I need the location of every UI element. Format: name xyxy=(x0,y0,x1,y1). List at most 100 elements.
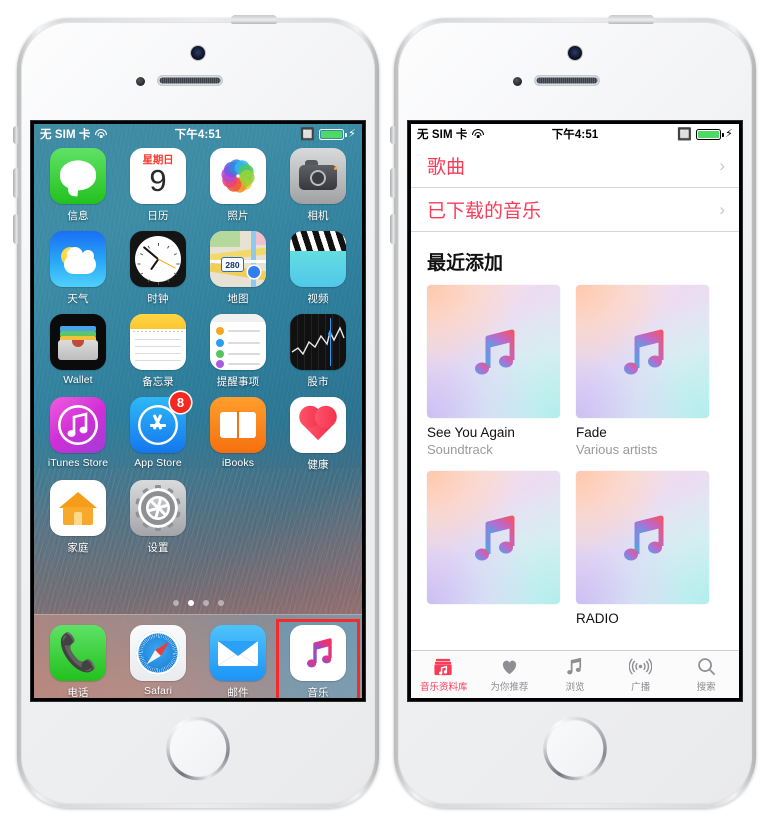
music-note-artwork xyxy=(576,285,709,418)
tab-library[interactable]: 音乐资料库 xyxy=(411,656,477,693)
app-icon-itunes-store[interactable]: iTunes Store xyxy=(42,397,114,472)
dock-icon-phone[interactable]: 📞 电话 xyxy=(42,625,114,698)
stocks-icon xyxy=(290,314,346,370)
weather-icon xyxy=(50,231,106,287)
album-item[interactable]: Fade Various artists xyxy=(576,285,709,457)
app-label: 健康 xyxy=(307,459,329,471)
album-grid-row: See You Again Soundtrack Fade Various ar… xyxy=(411,285,739,457)
app-icon-stocks[interactable]: 股市 xyxy=(282,314,354,389)
app-icon-health[interactable]: 健康 xyxy=(282,397,354,472)
tab-search[interactable]: 搜索 xyxy=(673,656,739,693)
app-icon-wallet[interactable]: Wallet xyxy=(42,314,114,389)
library-row-songs[interactable]: 歌曲 › xyxy=(411,144,739,188)
app-icon-app-store[interactable]: 8 App Store xyxy=(122,392,194,472)
tab-label: 音乐资料库 xyxy=(420,682,468,693)
app-label: 备忘录 xyxy=(142,376,174,388)
app-icon-ibooks[interactable]: iBooks xyxy=(202,397,274,472)
battery-icon xyxy=(319,128,347,140)
app-icon-weather[interactable]: 天气 xyxy=(42,231,114,306)
app-icon-reminders[interactable]: 提醒事项 xyxy=(202,314,274,389)
status-bar: 无 SIM 卡 下午4:51 🔲 ⚡ xyxy=(34,124,362,144)
album-item[interactable]: See You Again Soundtrack xyxy=(427,285,560,457)
health-icon xyxy=(290,397,346,453)
home-button[interactable] xyxy=(166,717,230,780)
album-item[interactable] xyxy=(427,471,560,626)
lightning-bolt-icon: ⚡ xyxy=(725,127,733,140)
app-label: Safari xyxy=(143,685,173,697)
section-title-recently-added: 最近添加 xyxy=(427,253,504,274)
album-item[interactable]: RADIO xyxy=(576,471,709,626)
music-app: 无 SIM 卡 下午4:51 🔲 ⚡ 歌曲 › 已下载的音乐 › 最近添加 Se… xyxy=(411,124,739,698)
tab-label: 广播 xyxy=(631,682,651,693)
page-dot xyxy=(202,600,209,606)
volume-down-button[interactable] xyxy=(13,214,19,244)
volume-up-button[interactable] xyxy=(390,168,396,198)
page-dot xyxy=(217,600,224,606)
ring-silent-switch[interactable] xyxy=(390,126,396,144)
power-button[interactable] xyxy=(231,15,277,24)
earpiece-speaker xyxy=(535,76,599,85)
app-icon-maps[interactable]: 280 地图 xyxy=(202,231,274,306)
app-icon-videos[interactable]: 视频 xyxy=(282,231,354,306)
app-label: iBooks xyxy=(221,457,255,469)
app-label: 日历 xyxy=(147,210,169,222)
status-bar: 无 SIM 卡 下午4:51 🔲 ⚡ xyxy=(411,124,739,144)
safari-icon xyxy=(130,625,186,681)
mail-icon xyxy=(210,625,266,681)
proximity-sensor xyxy=(136,77,145,86)
front-camera xyxy=(191,46,205,60)
earpiece-speaker xyxy=(158,76,222,85)
lightning-bolt-icon: ⚡ xyxy=(348,127,356,140)
reminders-icon xyxy=(210,314,266,370)
right-phone-screen: 无 SIM 卡 下午4:51 🔲 ⚡ 歌曲 › 已下载的音乐 › 最近添加 Se… xyxy=(408,121,742,701)
wallet-icon xyxy=(50,314,106,370)
left-phone: 无 SIM 卡 下午4:51 🔲 ⚡ 信息 星期日 9 日历 照片 相机 天气 … xyxy=(13,15,379,808)
library-row-downloaded[interactable]: 已下载的音乐 › xyxy=(411,188,739,232)
chevron-right-icon: › xyxy=(719,199,725,219)
home-button[interactable] xyxy=(543,717,607,780)
messages-icon xyxy=(50,148,106,204)
app-slot-empty xyxy=(202,480,274,555)
app-label: 信息 xyxy=(67,210,89,222)
photos-icon xyxy=(210,148,266,204)
tab-browse[interactable]: 浏览 xyxy=(542,656,608,693)
dock-icon-mail[interactable]: 邮件 xyxy=(202,625,274,698)
page-dot xyxy=(172,600,179,606)
app-icon-home[interactable]: 家庭 xyxy=(42,480,114,555)
maps-route-shield: 280 xyxy=(221,257,244,272)
carrier-label: 无 SIM 卡 xyxy=(40,129,91,141)
volume-down-button[interactable] xyxy=(390,214,396,244)
power-button[interactable] xyxy=(608,15,654,24)
calendar-day: 9 xyxy=(149,163,167,198)
app-label: 设置 xyxy=(147,542,169,554)
app-icon-notes[interactable]: 备忘录 xyxy=(122,314,194,389)
app-label: 照片 xyxy=(227,210,249,222)
album-title: RADIO xyxy=(576,611,619,626)
bluetooth-icon: 🔲 xyxy=(677,127,693,141)
app-label: 地图 xyxy=(227,293,249,305)
tab-for-you[interactable]: 为你推荐 xyxy=(477,656,543,693)
app-label: 股市 xyxy=(307,376,329,388)
app-label: 家庭 xyxy=(67,542,89,554)
volume-up-button[interactable] xyxy=(13,168,19,198)
app-icon-camera[interactable]: 相机 xyxy=(282,148,354,223)
left-phone-screen: 无 SIM 卡 下午4:51 🔲 ⚡ 信息 星期日 9 日历 照片 相机 天气 … xyxy=(31,121,365,701)
album-subtitle: Soundtrack xyxy=(427,442,493,457)
app-label: 电话 xyxy=(67,687,89,698)
app-slot-empty xyxy=(282,480,354,555)
dock-icon-safari[interactable]: Safari xyxy=(122,625,194,697)
music-icon xyxy=(290,625,346,681)
tab-radio[interactable]: 广播 xyxy=(608,656,674,693)
app-icon-clock[interactable]: 时钟 xyxy=(122,231,194,306)
app-label: 相机 xyxy=(307,210,329,222)
app-label: 提醒事项 xyxy=(216,376,260,388)
music-note-artwork xyxy=(427,471,560,604)
app-icon-messages[interactable]: 信息 xyxy=(42,148,114,223)
ring-silent-switch[interactable] xyxy=(13,126,19,144)
app-icon-photos[interactable]: 照片 xyxy=(202,148,274,223)
dock-icon-music[interactable]: 音乐 xyxy=(276,619,360,698)
app-icon-calendar[interactable]: 星期日 9 日历 xyxy=(122,148,194,223)
app-icon-settings[interactable]: 设置 xyxy=(122,480,194,555)
row-label: 已下载的音乐 xyxy=(427,201,542,222)
page-dots[interactable] xyxy=(34,600,362,606)
